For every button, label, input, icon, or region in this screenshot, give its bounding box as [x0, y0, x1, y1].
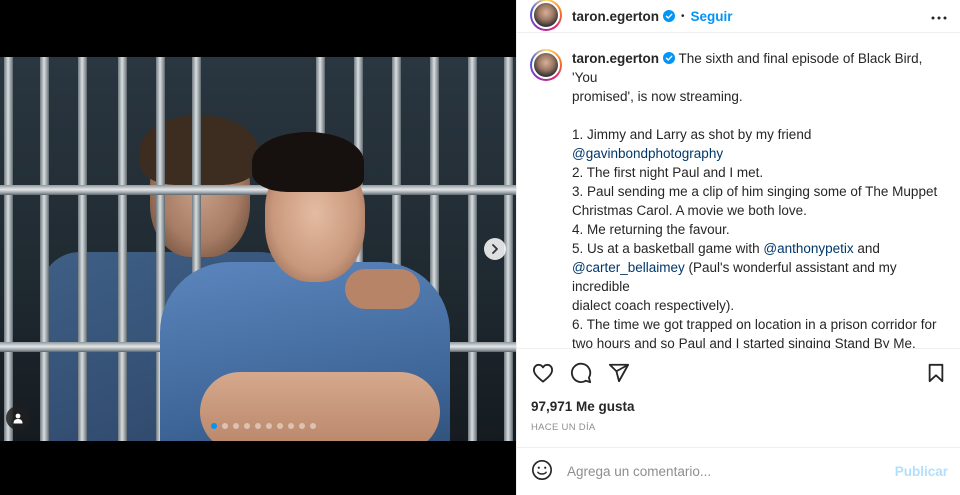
post-sidebar: taron.egerton • Seguir taron.egerton The…	[516, 0, 960, 495]
caption-line: 6. The time we got trapped on location i…	[572, 315, 942, 334]
heart-icon	[533, 363, 553, 383]
caption-segment: 6. The time we got trapped on location i…	[572, 317, 937, 332]
caption-line: 2. The first night Paul and I met.	[572, 163, 942, 182]
post-timestamp[interactable]: HACE UN DÍA	[517, 414, 960, 433]
comment-button[interactable]	[569, 361, 593, 385]
carousel-dot	[211, 423, 217, 429]
carousel-dot	[310, 423, 316, 429]
carousel-dot	[266, 423, 272, 429]
carousel-dot	[233, 423, 239, 429]
follow-button[interactable]: Seguir	[691, 9, 733, 24]
caption-segment: Christmas Carol. A movie we both love.	[572, 203, 807, 218]
header-username[interactable]: taron.egerton	[572, 9, 659, 24]
carousel-dot	[244, 423, 250, 429]
comment-input[interactable]	[567, 464, 895, 479]
post-photo[interactable]	[0, 57, 516, 441]
more-options-button[interactable]	[930, 8, 948, 24]
caption-segment: 1. Jimmy and Larry as shot by my friend	[572, 127, 812, 142]
caption-username[interactable]: taron.egerton	[572, 51, 659, 66]
caption-line: @gavinbondphotography	[572, 144, 942, 163]
more-options-icon	[931, 16, 947, 20]
comment-icon	[570, 362, 592, 383]
comment-form: Publicar	[517, 447, 960, 495]
publish-button[interactable]: Publicar	[895, 464, 948, 479]
caption-line: 5. Us at a basketball game with @anthony…	[572, 239, 942, 258]
share-button[interactable]	[607, 361, 631, 385]
carousel-dot	[222, 423, 228, 429]
caption-line: Christmas Carol. A movie we both love.	[572, 201, 942, 220]
caption-segment: 5. Us at a basketball game with	[572, 241, 764, 256]
post-header: taron.egerton • Seguir	[517, 0, 960, 33]
mention-link[interactable]: @carter_bellaimey	[572, 260, 685, 275]
carousel-dot	[299, 423, 305, 429]
carousel-dot	[288, 423, 294, 429]
like-button[interactable]	[531, 361, 555, 385]
verified-badge-icon	[663, 52, 676, 64]
photo-figure	[200, 372, 440, 441]
action-bar	[517, 348, 960, 396]
emoji-icon	[532, 460, 552, 480]
caption-segment: 3. Paul sending me a clip of him singing…	[572, 184, 938, 199]
user-tag-icon	[13, 413, 23, 424]
photo-figure	[345, 269, 420, 309]
caption-segment: 2. The first night Paul and I met.	[572, 165, 764, 180]
likes-count[interactable]: 97,971 Me gusta	[517, 396, 960, 414]
caption-segment: and	[853, 241, 880, 256]
carousel-next-button[interactable]	[484, 238, 506, 260]
caption-line: 1. Jimmy and Larry as shot by my friend	[572, 125, 942, 144]
avatar[interactable]	[530, 0, 562, 31]
caption-segment: dialect coach respectively).	[572, 298, 735, 313]
mention-link[interactable]: @gavinbondphotography	[572, 146, 723, 161]
caption-line: promised', is now streaming.	[572, 87, 942, 106]
share-icon	[608, 363, 630, 382]
caption-segment: promised', is now streaming.	[572, 89, 743, 104]
caption-text: taron.egerton The sixth and final episod…	[572, 49, 942, 348]
verified-badge-icon	[663, 10, 676, 22]
post-media	[0, 0, 516, 495]
post-caption: taron.egerton The sixth and final episod…	[517, 33, 960, 348]
carousel-dot	[255, 423, 261, 429]
carousel-indicator	[211, 423, 316, 429]
bookmark-icon	[928, 363, 944, 382]
carousel-dot	[277, 423, 283, 429]
caption-segment: two hours and so Paul and I started sing…	[572, 336, 916, 348]
post-modal: taron.egerton • Seguir taron.egerton The…	[0, 0, 960, 495]
caption-line: 3. Paul sending me a clip of him singing…	[572, 182, 942, 201]
caption-line: two hours and so Paul and I started sing…	[572, 334, 942, 348]
caption-line: @carter_bellaimey (Paul's wonderful assi…	[572, 258, 942, 296]
separator-dot: •	[681, 10, 685, 22]
save-button[interactable]	[924, 361, 948, 385]
photo-figure	[252, 132, 364, 192]
emoji-button[interactable]	[531, 459, 553, 484]
caption-line: dialect coach respectively).	[572, 296, 942, 315]
user-tags-button[interactable]	[6, 406, 30, 430]
caption-segment: 4. Me returning the favour.	[572, 222, 730, 237]
chevron-right-icon	[492, 244, 498, 254]
mention-link[interactable]: @anthonypetix	[763, 241, 853, 256]
caption-line: 4. Me returning the favour.	[572, 220, 942, 239]
avatar[interactable]	[530, 49, 562, 81]
